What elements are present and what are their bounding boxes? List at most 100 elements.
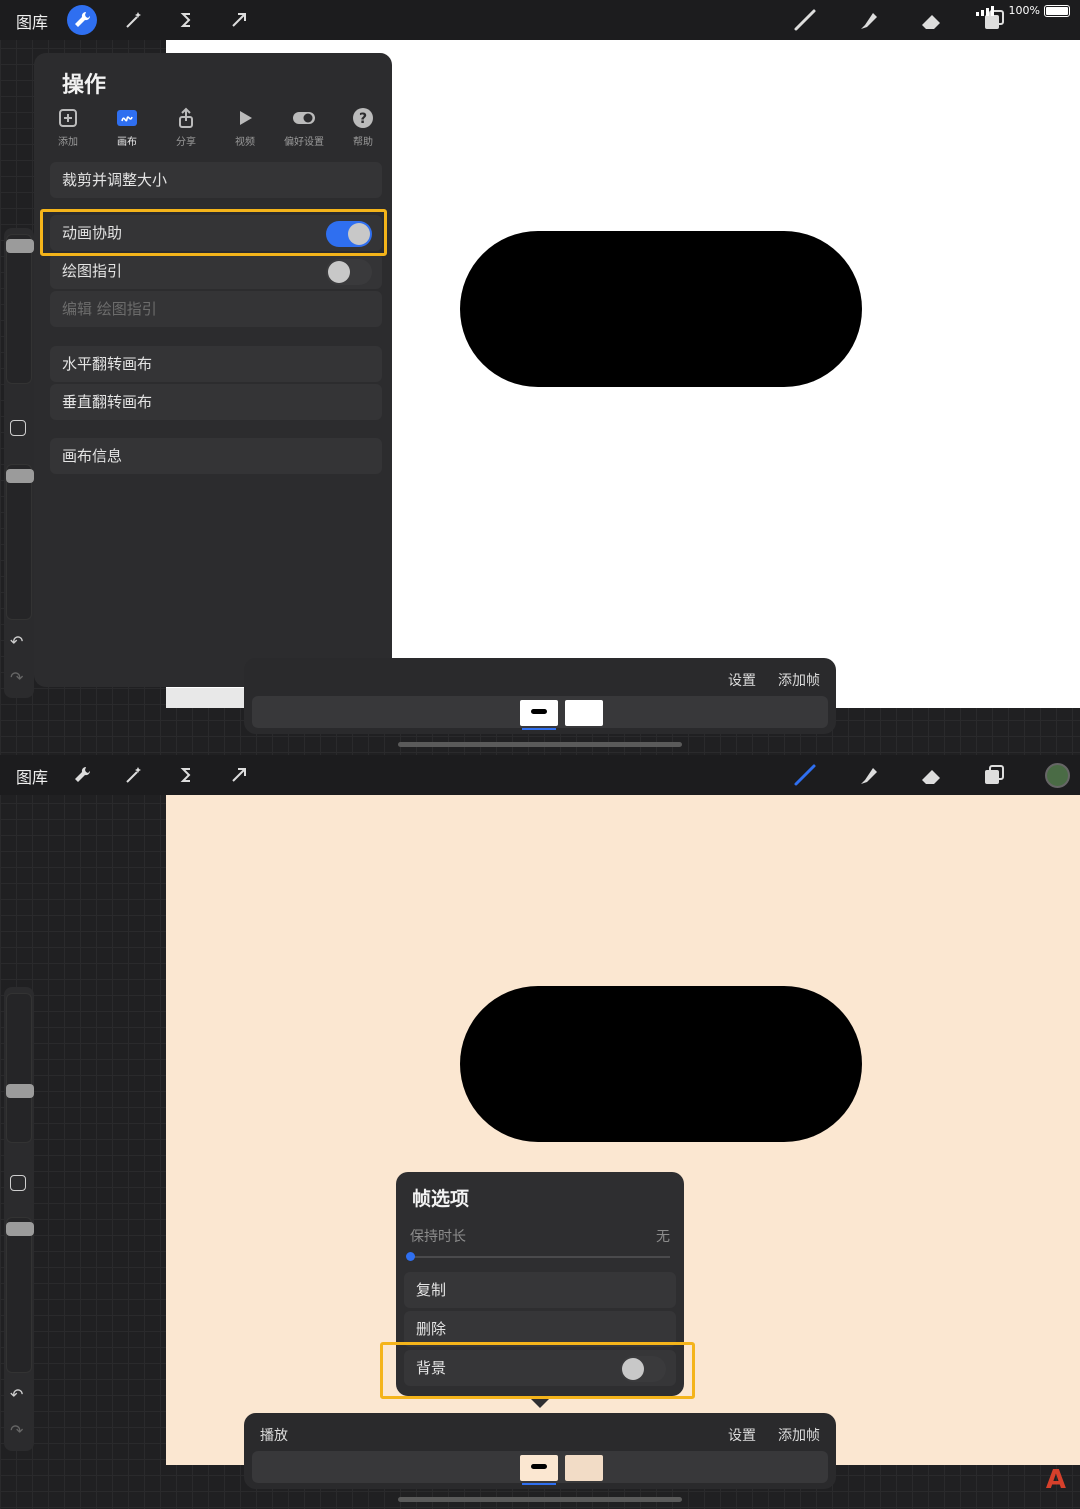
hold-duration-thumb[interactable] — [406, 1252, 415, 1261]
row-label: 垂直翻转画布 — [62, 393, 153, 411]
layers-icon[interactable] — [979, 760, 1009, 790]
current-frame-indicator — [522, 1483, 556, 1485]
row-label: 裁剪并调整大小 — [62, 171, 168, 189]
actions-panel: 操作 添加 画布 分享 视频 偏好设置 ? 帮助 裁剪并调整大小 动画协助 绘图… — [34, 53, 392, 687]
transform-arrow-icon[interactable] — [224, 5, 254, 35]
battery-icon — [1044, 5, 1070, 17]
preferences-toggle-icon — [293, 112, 315, 124]
top-toolbar: 图库 — [0, 755, 1080, 795]
redo-icon[interactable]: ↷ — [10, 668, 23, 687]
modify-button[interactable] — [10, 1175, 26, 1191]
duplicate-frame-row[interactable]: 复制 — [404, 1272, 676, 1308]
top-toolbar: 图库 100% — [0, 0, 1080, 40]
animation-timeline: 设置 添加帧 — [244, 658, 836, 734]
left-sidebar: ↶ ↷ — [4, 228, 34, 698]
play-button[interactable]: 播放 — [260, 1425, 288, 1445]
screenshot-bottom: 图库 ↶ ↷ 帧选项 保持时长 无 复制 删除 背景 播放 设置 添加帧 A — [0, 755, 1080, 1509]
frame-strip — [252, 1451, 828, 1485]
tab-canvas[interactable]: 画布 — [99, 107, 155, 148]
video-icon — [240, 111, 252, 125]
magic-wand-icon[interactable] — [119, 5, 149, 35]
animation-assist-row[interactable]: 动画协助 — [50, 215, 382, 251]
screenshot-top: 图库 100% ↶ ↷ 操作 添加 画布 分享 视频 偏好设置 ? 帮助 裁剪并… — [0, 0, 1080, 755]
crop-resize-row[interactable]: 裁剪并调整大小 — [50, 162, 382, 198]
transform-arrow-icon[interactable] — [224, 760, 254, 790]
row-label: 画布信息 — [62, 447, 123, 465]
brush-size-thumb[interactable] — [6, 239, 34, 253]
canvas-edge — [166, 688, 244, 708]
opacity-thumb[interactable] — [6, 1222, 34, 1236]
flip-horizontal-row[interactable]: 水平翻转画布 — [50, 346, 382, 382]
row-label: 删除 — [416, 1320, 447, 1338]
timeline-settings-button[interactable]: 设置 — [728, 670, 756, 690]
tab-label: 分享 — [176, 137, 196, 148]
selection-s-icon[interactable] — [171, 760, 201, 790]
add-frame-button[interactable]: 添加帧 — [778, 670, 820, 690]
opacity-slider[interactable] — [6, 1217, 34, 1373]
tab-label: 视频 — [235, 137, 255, 148]
canvas-icon — [117, 110, 137, 126]
animation-timeline: 播放 设置 添加帧 — [244, 1413, 836, 1489]
smudge-icon[interactable] — [853, 5, 883, 35]
delete-frame-row[interactable]: 删除 — [404, 1311, 676, 1347]
hold-duration-label: 保持时长 — [410, 1229, 466, 1245]
tab-help[interactable]: ? 帮助 — [335, 107, 391, 148]
tab-video[interactable]: 视频 — [217, 107, 273, 148]
gallery-button[interactable]: 图库 — [16, 764, 48, 788]
frame-thumbnail[interactable] — [520, 700, 558, 726]
popover-title: 帧选项 — [412, 1188, 470, 1210]
undo-icon[interactable]: ↶ — [10, 1385, 23, 1404]
undo-icon[interactable]: ↶ — [10, 632, 23, 651]
tab-preferences[interactable]: 偏好设置 — [276, 107, 332, 148]
watermark-logo: A — [1045, 1465, 1066, 1495]
brush-size-thumb[interactable] — [6, 1084, 34, 1098]
color-swatch[interactable] — [1045, 763, 1070, 788]
toggle-knob — [622, 1358, 644, 1380]
gallery-button[interactable]: 图库 — [16, 9, 48, 33]
frame-options-popover: 帧选项 保持时长 无 复制 删除 背景 — [396, 1172, 684, 1408]
black-pill-shape — [460, 986, 862, 1142]
selection-s-icon[interactable] — [171, 5, 201, 35]
frame-shape — [531, 709, 547, 714]
row-label: 动画协助 — [62, 224, 123, 242]
canvas-info-row[interactable]: 画布信息 — [50, 438, 382, 474]
wrench-icon[interactable] — [67, 5, 97, 35]
opacity-slider[interactable] — [6, 464, 34, 620]
background-frame-row[interactable]: 背景 — [404, 1350, 676, 1386]
frame-thumbnail[interactable] — [520, 1455, 558, 1481]
redo-icon[interactable]: ↷ — [10, 1421, 23, 1440]
timeline-settings-button[interactable]: 设置 — [728, 1425, 756, 1445]
modify-button[interactable] — [10, 420, 26, 436]
brush-size-slider[interactable] — [6, 234, 34, 384]
home-indicator — [398, 742, 682, 747]
brush-size-slider[interactable] — [6, 993, 34, 1143]
add-frame-button[interactable]: 添加帧 — [778, 1425, 820, 1445]
smudge-icon[interactable] — [853, 760, 883, 790]
flip-vertical-row[interactable]: 垂直翻转画布 — [50, 384, 382, 420]
brush-icon[interactable] — [790, 5, 820, 35]
opacity-thumb[interactable] — [6, 469, 34, 483]
row-label: 水平翻转画布 — [62, 355, 153, 373]
magic-wand-icon[interactable] — [119, 760, 149, 790]
hold-duration-value: 无 — [656, 1229, 670, 1245]
brush-icon[interactable] — [790, 760, 820, 790]
animation-assist-toggle[interactable] — [326, 221, 372, 247]
frame-thumbnail[interactable] — [565, 1455, 603, 1481]
help-icon: ? — [353, 108, 373, 128]
eraser-icon[interactable] — [916, 5, 946, 35]
frame-thumbnail[interactable] — [565, 700, 603, 726]
row-label: 绘图指引 — [62, 262, 123, 280]
panel-title: 操作 — [62, 73, 107, 98]
tab-label: 偏好设置 — [284, 137, 324, 148]
drawing-guide-toggle[interactable] — [326, 259, 372, 285]
background-toggle[interactable] — [620, 1356, 666, 1382]
left-sidebar: ↶ ↷ — [4, 987, 34, 1451]
hold-duration-slider[interactable] — [406, 1252, 670, 1261]
tab-add[interactable]: 添加 — [40, 107, 96, 148]
frame-strip — [252, 696, 828, 730]
drawing-guide-row[interactable]: 绘图指引 — [50, 253, 382, 289]
tab-share[interactable]: 分享 — [158, 107, 214, 148]
edit-drawing-guide-row: 编辑 绘图指引 — [50, 291, 382, 327]
eraser-icon[interactable] — [916, 760, 946, 790]
wrench-icon[interactable] — [67, 760, 97, 790]
